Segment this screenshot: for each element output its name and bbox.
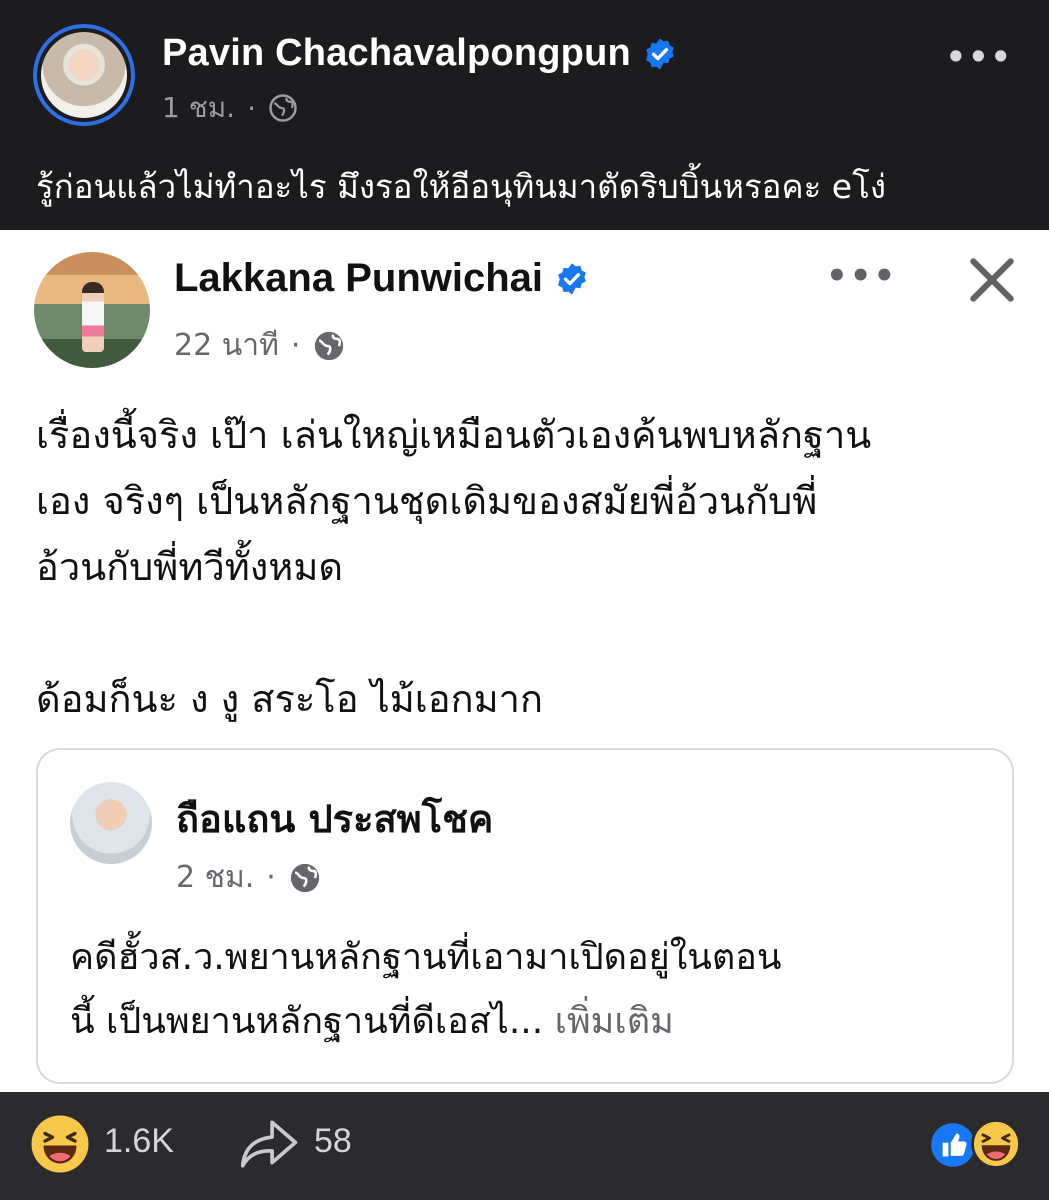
haha-reaction-icon bbox=[971, 1119, 1021, 1169]
body-line: ด้อมก็นะ ง งู สระโอ ไม้เอกมาก bbox=[36, 677, 543, 721]
verified-badge-icon bbox=[646, 37, 674, 70]
reaction-bar: 1.6K 58 bbox=[0, 1092, 1049, 1200]
shared-author-name: Lakkana Punwichai bbox=[174, 256, 544, 300]
post-caption: รู้ก่อนแล้วไม่ทำอะไร มึงรอให้อีอนุทินมาต… bbox=[36, 167, 886, 206]
card-post-time: 2 ชม. bbox=[176, 860, 255, 895]
author-name[interactable]: Pavin Chachavalpongpun bbox=[162, 32, 631, 75]
see-more-link: เพิ่มเติม bbox=[554, 1001, 674, 1042]
author-name-row[interactable]: Pavin Chachavalpongpun bbox=[162, 32, 677, 75]
card-author-avatar bbox=[70, 782, 152, 864]
share-count[interactable]: 58 bbox=[314, 1122, 352, 1161]
shared-post-time: 22 นาที bbox=[174, 328, 279, 363]
card-author-name: ถือแถน ประสพโชค bbox=[176, 797, 494, 841]
shared-author-avatar bbox=[34, 252, 150, 368]
post-meta: 1 ชม. · bbox=[162, 86, 298, 130]
body-line: เรื่องนี้จริง เป๊า เล่นใหญ่เหมือนตัวเองค… bbox=[36, 413, 872, 457]
body-line: เอง จริงๆ เป็นหลักฐานชุดเดิมของสมัยพี่อ้… bbox=[36, 479, 818, 523]
more-options-icon[interactable]: ••• bbox=[946, 38, 1013, 76]
more-options-icon: ••• bbox=[826, 256, 898, 296]
avatar-photo bbox=[41, 32, 127, 118]
meta-separator: · bbox=[266, 860, 276, 895]
card-text-truncated: นี้ เป็นพยานหลักฐานที่ดีเอสไ... bbox=[70, 1001, 544, 1042]
verified-badge-icon bbox=[558, 262, 586, 295]
globe-icon bbox=[290, 863, 320, 892]
card-post-text: คดีฮั้วส.ว.พยานหลักฐานที่เอามาเปิดอยู่ใน… bbox=[70, 926, 980, 1054]
shared-post-body: เรื่องนี้จริง เป๊า เล่นใหญ่เหมือนตัวเองค… bbox=[36, 402, 1026, 732]
card-post-meta: 2 ชม. · bbox=[176, 854, 322, 901]
close-icon bbox=[970, 258, 1014, 302]
post-time[interactable]: 1 ชม. bbox=[162, 86, 235, 130]
shared-post-meta: 22 นาที · bbox=[174, 322, 346, 369]
card-text-line: คดีฮั้วส.ว.พยานหลักฐานที่เอามาเปิดอยู่ใน… bbox=[70, 937, 782, 978]
share-icon[interactable] bbox=[238, 1116, 300, 1172]
shared-screenshot: Lakkana Punwichai 22 นาที · ••• เรื่องนี… bbox=[0, 230, 1049, 1092]
avatar-figure bbox=[82, 282, 104, 352]
haha-reaction-icon[interactable] bbox=[30, 1114, 90, 1174]
shared-author-name-row: Lakkana Punwichai bbox=[174, 256, 589, 301]
globe-icon bbox=[315, 331, 344, 360]
post-header: Pavin Chachavalpongpun 1 ชม. · ••• รู้ก่… bbox=[0, 0, 1049, 230]
shared-post-card: ถือแถน ประสพโชค 2 ชม. · คดีฮั้วส.ว.พยานห… bbox=[36, 748, 1014, 1084]
meta-separator: · bbox=[247, 91, 256, 125]
card-text-line-2: นี้ เป็นพยานหลักฐานที่ดีเอสไ... เพิ่มเติ… bbox=[70, 990, 980, 1054]
globe-icon bbox=[269, 94, 297, 122]
reaction-count[interactable]: 1.6K bbox=[104, 1122, 174, 1161]
meta-separator: · bbox=[290, 328, 301, 363]
body-line: อ้วนกับพี่ทวีทั้งหมด bbox=[36, 545, 344, 589]
author-avatar[interactable] bbox=[33, 24, 135, 126]
